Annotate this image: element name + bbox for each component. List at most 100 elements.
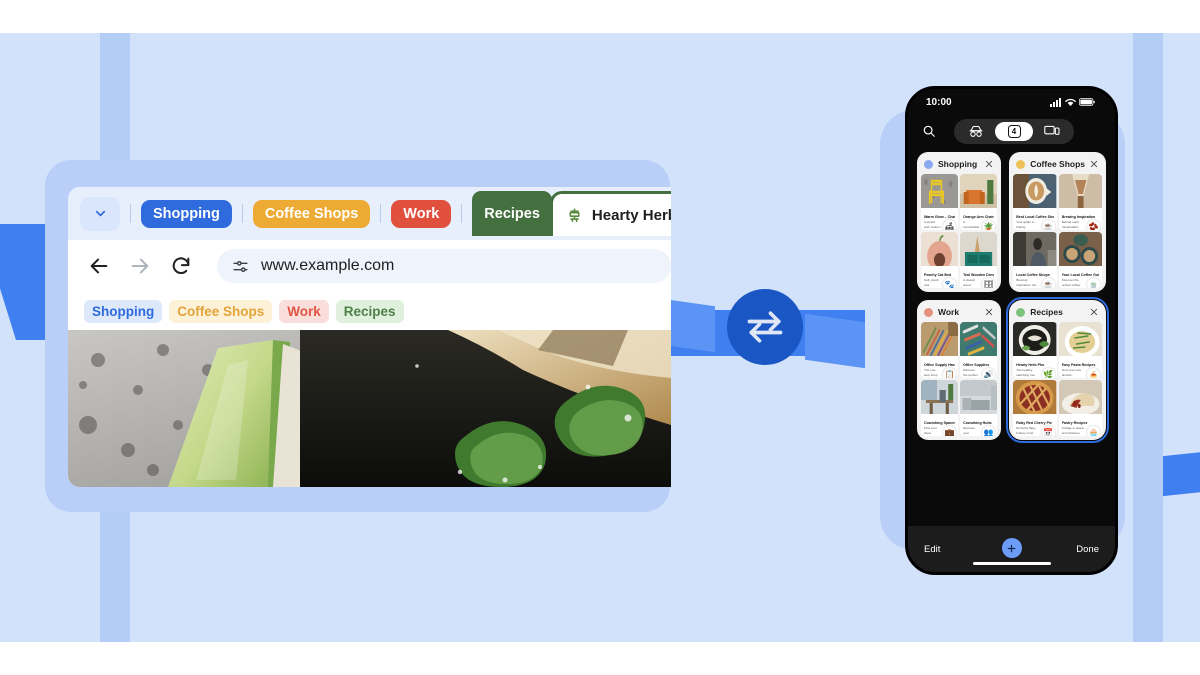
tab-group-card-recipes[interactable]: Recipes Hearty Herb Pho The healthy sati…: [1006, 297, 1109, 443]
done-button[interactable]: Done: [1076, 544, 1099, 555]
tune-sliders-icon[interactable]: [231, 257, 250, 276]
tab-group-card-work[interactable]: Work Office Supply Hav The one-stop shop…: [917, 300, 1002, 440]
tab-meta: Ruby Red Cherry Pie Perfectly flaky, but…: [1013, 419, 1056, 436]
modern-lounge-image: [960, 380, 998, 414]
tab-thumbnail[interactable]: Coworking Hubs Discover your beautiful c…: [960, 380, 998, 436]
tab-thumbnail[interactable]: Your Local Coffee Guide Discover the per…: [1058, 232, 1102, 288]
plus-icon: [1007, 544, 1016, 552]
tab-meta: Your Local Coffee Guide Discover the per…: [1059, 271, 1102, 288]
tab-favicon: 🧁: [1087, 426, 1100, 436]
pasta-green-beans-image: [1058, 322, 1102, 358]
tab-favicon: ☕: [1041, 278, 1055, 288]
tab-favicon: 💼: [943, 426, 957, 436]
close-icon[interactable]: [1090, 160, 1098, 168]
tab-thumbnail[interactable]: Easy Pasta Recipes Find your new favorit…: [1058, 322, 1102, 378]
status-time: 10:00: [926, 96, 952, 108]
bookmark-shopping[interactable]: Shopping: [84, 299, 163, 323]
cherry-lattice-pie-image: [1013, 380, 1057, 415]
page-hero-photo: [68, 330, 671, 487]
tab-meta: Local Coffee Shops Brewing inspiration: …: [1013, 271, 1056, 288]
cappuccino-cups-image: [1058, 232, 1102, 266]
wifi-icon: [1065, 98, 1076, 106]
bookmark-label: Recipes: [343, 303, 396, 319]
bookmark-recipes[interactable]: Recipes: [335, 299, 404, 323]
tab-title: Your Local Coffee Guide: [1061, 273, 1099, 277]
tab-thumbnail[interactable]: Hearty Herb Pho The healthy satisfying r…: [1013, 322, 1057, 378]
bookmark-label: Work: [287, 303, 321, 319]
group-color-dot: [924, 159, 933, 169]
tab-title: Orange Arm Chair: [963, 215, 994, 219]
tab-thumbnail[interactable]: Teal Wooden Dresser A classic wood dress…: [960, 232, 998, 288]
swap-horizontal-arrows-icon: [747, 311, 783, 343]
tab-meta: Pastry Recipes Indulge in sweet and deli…: [1059, 419, 1102, 436]
active-tab-hearty-herb[interactable]: Hearty Herb: [549, 191, 671, 236]
chevron-down-icon: [95, 210, 105, 217]
bookmark-coffee-shops[interactable]: Coffee Shops: [169, 299, 273, 323]
tab-thumbnail[interactable]: Office Supplies Discover the perfect of …: [960, 322, 998, 378]
tab-meta: Orange Arm Chair A comfortable and cozy …: [960, 213, 997, 230]
tab-thumbnail[interactable]: Warm Glow – Chair A stylish and modern c…: [921, 174, 959, 230]
pale-ribbon-right: [1133, 33, 1163, 642]
tab-group-work[interactable]: Work: [391, 199, 452, 228]
phone-bottom-bar: Edit Done: [908, 526, 1115, 572]
close-icon[interactable]: [985, 308, 993, 316]
tab-thumbnail[interactable]: Ruby Red Cherry Pie Perfectly flaky, but…: [1013, 380, 1057, 436]
reload-icon[interactable]: [170, 255, 192, 277]
new-tab-button[interactable]: [1001, 538, 1022, 558]
group-card-header: Work: [921, 304, 997, 322]
desktop-device-frame: Shopping Coffee Shops Work Recipes Heart…: [45, 160, 671, 512]
orange-armchair-image: [960, 174, 998, 208]
latte-art-cup-image: [1013, 174, 1057, 208]
tab-divider: [130, 204, 131, 223]
group-color-dot: [1016, 159, 1026, 169]
bookmark-work[interactable]: Work: [279, 299, 329, 323]
screenshot-root: Shopping Coffee Shops Work Recipes Heart…: [0, 0, 1200, 675]
tab-group-card-coffee-shops[interactable]: Coffee Shops Best Local Coffee Sh Your g…: [1009, 152, 1106, 292]
tab-thumbnail[interactable]: Best Local Coffee Shops Your guide to fi…: [1013, 174, 1057, 230]
back-arrow-icon[interactable]: [88, 255, 110, 277]
tab-title: Easy Pasta Recipes: [1061, 363, 1096, 367]
tab-meta: Hearty Herb Pho The healthy satisfying r…: [1013, 361, 1056, 378]
tab-group-recipes[interactable]: Recipes: [472, 191, 552, 236]
tab-favicon: 🍵: [1087, 278, 1100, 288]
tab-title: Coworking Spaces Nearby: [924, 421, 956, 425]
tab-meta: Easy Pasta Recipes Find your new favorit…: [1059, 361, 1102, 378]
group-card-header: Recipes: [1013, 304, 1102, 322]
tab-meta: Teal Wooden Dresser A classic wood dress…: [960, 271, 997, 288]
edit-button[interactable]: Edit: [924, 544, 940, 555]
tab-favicon: 🗄: [982, 278, 996, 288]
tab-count-badge: 4: [1007, 124, 1021, 138]
other-devices-segment[interactable]: [1033, 122, 1071, 141]
tab-groups-icon: [1044, 125, 1060, 135]
close-icon[interactable]: [1090, 308, 1098, 316]
group-card-header: Coffee Shops: [1013, 156, 1102, 174]
phone-status-bar: 10:00: [908, 89, 1115, 115]
search-icon[interactable]: [922, 124, 936, 138]
tab-thumbnail[interactable]: Pastry Recipes Indulge in sweet and deli…: [1058, 380, 1102, 436]
tab-meta: Coworking Hubs Discover your beautiful c…: [960, 419, 997, 436]
tab-thumbnail[interactable]: Coworking Spaces Nearby Find your ideal …: [921, 380, 959, 436]
tab-strip: Shopping Coffee Shops Work Recipes Heart…: [68, 187, 671, 240]
status-icons: [1050, 97, 1095, 107]
tab-thumbnail[interactable]: Peachy Cat Bed Soft, plush and adorable …: [921, 232, 959, 288]
tab-thumbnail[interactable]: Local Coffee Shops Brewing inspiration: …: [1013, 232, 1057, 288]
tab-thumbnail[interactable]: Office Supply Haven The one-stop shop fo…: [921, 322, 959, 378]
tab-group-card-shopping[interactable]: Shopping Warm Glow – Chair A stylish and…: [917, 152, 1002, 292]
tab-group-shopping[interactable]: Shopping: [141, 199, 232, 228]
tab-thumbnail[interactable]: Orange Arm Chair A comfortable and cozy …: [960, 174, 998, 230]
incognito-tabs-segment[interactable]: [957, 122, 995, 141]
tab-meta: Office Supply Haven The one-stop shop fo…: [921, 361, 958, 378]
cherry-strudel-slice-image: [1058, 380, 1102, 415]
tab-thumbnail[interactable]: Brewing Inspiration Behind each handcraf…: [1058, 174, 1102, 230]
browser-toolbar: www.example.com: [68, 240, 671, 292]
tab-favicon: 🐾: [943, 278, 957, 288]
herb-plant-icon: [569, 207, 580, 222]
tab-meta: Brewing Inspiration Behind each handcraf…: [1059, 213, 1102, 230]
regular-tabs-segment[interactable]: 4: [995, 121, 1033, 141]
tab-group-coffee-shops[interactable]: Coffee Shops: [252, 199, 371, 228]
tab-group-label: Coffee Shops: [264, 205, 359, 222]
address-bar[interactable]: www.example.com: [217, 249, 671, 283]
close-icon[interactable]: [985, 160, 993, 168]
forward-arrow-icon[interactable]: [129, 255, 151, 277]
tab-search-dropdown-button[interactable]: [80, 196, 120, 231]
